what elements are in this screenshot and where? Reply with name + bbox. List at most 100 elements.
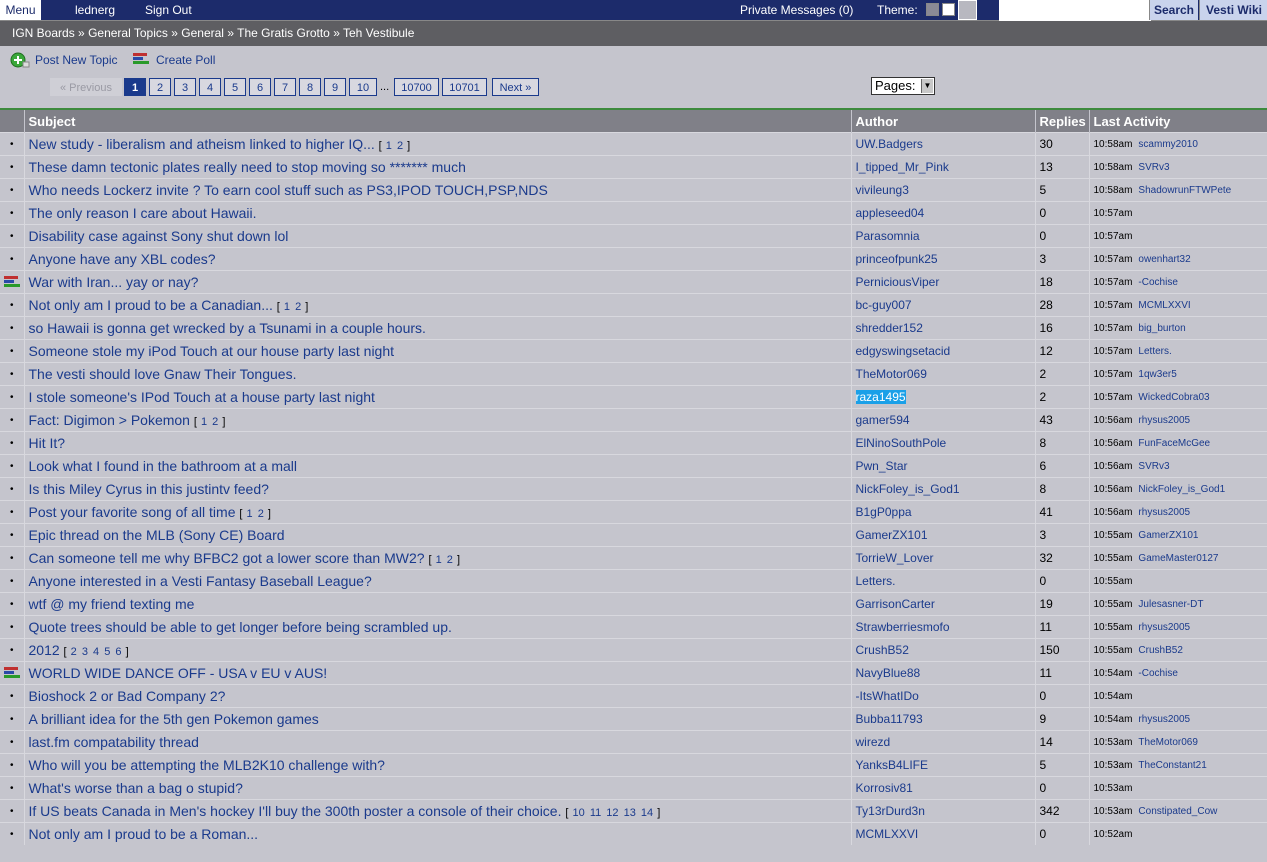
pages-dropdown[interactable]: Pages: ▼ (871, 77, 935, 95)
author-link[interactable]: princeofpunk25 (856, 252, 938, 266)
thread-title-link[interactable]: Look what I found in the bathroom at a m… (29, 458, 298, 474)
author-link[interactable]: Bubba11793 (856, 712, 923, 726)
thread-page-link[interactable]: 2 (71, 646, 77, 658)
thread-title-link[interactable]: wtf @ my friend texting me (29, 596, 195, 612)
thread-title-link[interactable]: so Hawaii is gonna get wrecked by a Tsun… (29, 320, 426, 336)
private-messages-link[interactable]: Private Messages (0) (740, 0, 853, 20)
thread-page-link[interactable]: 3 (82, 646, 88, 658)
thread-page-link[interactable]: 12 (606, 807, 618, 819)
vesti-wiki-button[interactable]: Vesti Wiki (1199, 0, 1267, 20)
author-link[interactable]: NickFoley_is_God1 (856, 482, 960, 496)
search-input[interactable] (999, 0, 1151, 21)
last-poster-link[interactable]: FunFaceMcGee (1138, 438, 1210, 449)
last-poster-link[interactable]: rhysus2005 (1138, 507, 1190, 518)
thread-title-link[interactable]: 2012 (29, 642, 60, 658)
last-poster-link[interactable]: WickedCobra03 (1138, 392, 1209, 403)
thread-page-link[interactable]: 2 (397, 140, 403, 152)
page-2-button[interactable]: 2 (149, 78, 171, 96)
thread-page-link[interactable]: 1 (284, 301, 290, 313)
author-link[interactable]: CrushB52 (856, 643, 909, 657)
thread-title-link[interactable]: Quote trees should be able to get longer… (29, 619, 452, 635)
theme-swatch-light[interactable] (958, 0, 977, 20)
last-poster-link[interactable]: SVRv3 (1138, 461, 1169, 472)
theme-swatch-gray[interactable] (926, 3, 939, 16)
page-1-button[interactable]: 1 (124, 78, 146, 96)
search-button[interactable]: Search (1149, 0, 1198, 20)
thread-page-link[interactable]: 4 (93, 646, 99, 658)
thread-title-link[interactable]: A brilliant idea for the 5th gen Pokemon… (29, 711, 319, 727)
thread-title-link[interactable]: Not only am I proud to be a Canadian... (29, 297, 273, 313)
create-poll-link[interactable]: Create Poll (156, 52, 215, 68)
page-8-button[interactable]: 8 (299, 78, 321, 96)
last-poster-link[interactable]: 1qw3er5 (1138, 369, 1176, 380)
thread-title-link[interactable]: Someone stole my iPod Touch at our house… (29, 343, 395, 359)
author-link[interactable]: I_tipped_Mr_Pink (856, 160, 949, 174)
thread-title-link[interactable]: War with Iran... yay or nay? (29, 274, 199, 290)
author-link[interactable]: gamer594 (856, 413, 910, 427)
thread-title-link[interactable]: Can someone tell me why BFBC2 got a lowe… (29, 550, 425, 566)
author-link[interactable]: YanksB4LIFE (856, 758, 928, 772)
page-10-button[interactable]: 10 (349, 78, 377, 96)
last-poster-link[interactable]: TheConstant21 (1138, 760, 1206, 771)
author-link[interactable]: Pwn_Star (856, 459, 908, 473)
page-7-button[interactable]: 7 (274, 78, 296, 96)
thread-title-link[interactable]: WORLD WIDE DANCE OFF - USA v EU v AUS! (29, 665, 328, 681)
thread-page-link[interactable]: 13 (624, 807, 636, 819)
last-poster-link[interactable]: MCMLXXVI (1138, 300, 1190, 311)
last-poster-link[interactable]: NickFoley_is_God1 (1138, 484, 1225, 495)
last-poster-link[interactable]: scammy2010 (1138, 139, 1197, 150)
last-poster-link[interactable]: SVRv3 (1138, 162, 1169, 173)
last-poster-link[interactable]: big_burton (1138, 323, 1185, 334)
author-link[interactable]: Korrosiv81 (856, 781, 913, 795)
breadcrumb-general[interactable]: General (181, 26, 224, 40)
page-10701-button[interactable]: 10701 (442, 78, 487, 96)
author-link[interactable]: appleseed04 (856, 206, 925, 220)
last-poster-link[interactable]: Constipated_Cow (1138, 806, 1217, 817)
author-link[interactable]: edgyswingsetacid (856, 344, 951, 358)
last-poster-link[interactable]: GamerZX101 (1138, 530, 1198, 541)
author-link[interactable]: UW.Badgers (856, 137, 923, 151)
author-link[interactable]: Strawberriesmofo (856, 620, 950, 634)
last-poster-link[interactable]: -Cochise (1138, 277, 1177, 288)
thread-page-link[interactable]: 1 (436, 554, 442, 566)
author-link[interactable]: GarrisonCarter (856, 597, 935, 611)
author-link[interactable]: Letters. (856, 574, 896, 588)
thread-page-link[interactable]: 6 (115, 646, 121, 658)
last-poster-link[interactable]: rhysus2005 (1138, 415, 1190, 426)
thread-title-link[interactable]: Hit It? (29, 435, 66, 451)
thread-title-link[interactable]: If US beats Canada in Men's hockey I'll … (29, 803, 562, 819)
sign-out-link[interactable]: Sign Out (145, 0, 192, 20)
author-link[interactable]: TheMotor069 (856, 367, 927, 381)
thread-page-link[interactable]: 2 (212, 416, 218, 428)
thread-page-link[interactable]: 10 (573, 807, 585, 819)
author-link[interactable]: Parasomnia (856, 229, 920, 243)
author-link[interactable]: TorrieW_Lover (856, 551, 934, 565)
last-poster-link[interactable]: rhysus2005 (1138, 622, 1190, 633)
last-poster-link[interactable]: ShadowrunFTWPete (1138, 185, 1231, 196)
author-link[interactable]: wirezd (856, 735, 891, 749)
last-poster-link[interactable]: Letters. (1138, 346, 1171, 357)
last-poster-link[interactable]: Julesasner-DT (1138, 599, 1203, 610)
thread-title-link[interactable]: These damn tectonic plates really need t… (29, 159, 466, 175)
author-link[interactable]: bc-guy007 (856, 298, 912, 312)
author-link[interactable]: raza1495 (855, 390, 906, 404)
author-link[interactable]: NavyBlue88 (856, 666, 921, 680)
thread-title-link[interactable]: Epic thread on the MLB (Sony CE) Board (29, 527, 285, 543)
thread-title-link[interactable]: Anyone interested in a Vesti Fantasy Bas… (29, 573, 372, 589)
last-poster-link[interactable]: rhysus2005 (1138, 714, 1190, 725)
last-poster-link[interactable]: owenhart32 (1138, 254, 1190, 265)
breadcrumb-gratis-grotto[interactable]: The Gratis Grotto (237, 26, 330, 40)
thread-title-link[interactable]: Who will you be attempting the MLB2K10 c… (29, 757, 385, 773)
page-3-button[interactable]: 3 (174, 78, 196, 96)
thread-title-link[interactable]: Who needs Lockerz invite ? To earn cool … (29, 182, 548, 198)
thread-title-link[interactable]: last.fm compatability thread (29, 734, 199, 750)
thread-title-link[interactable]: I stole someone's IPod Touch at a house … (29, 389, 375, 405)
author-link[interactable]: PerniciousViper (856, 275, 940, 289)
author-link[interactable]: shredder152 (856, 321, 923, 335)
create-poll-icon[interactable] (133, 52, 149, 68)
page-5-button[interactable]: 5 (224, 78, 246, 96)
thread-title-link[interactable]: The only reason I care about Hawaii. (29, 205, 257, 221)
post-new-topic-icon[interactable] (10, 52, 30, 68)
thread-title-link[interactable]: Is this Miley Cyrus in this justintv fee… (29, 481, 269, 497)
thread-page-link[interactable]: 5 (104, 646, 110, 658)
